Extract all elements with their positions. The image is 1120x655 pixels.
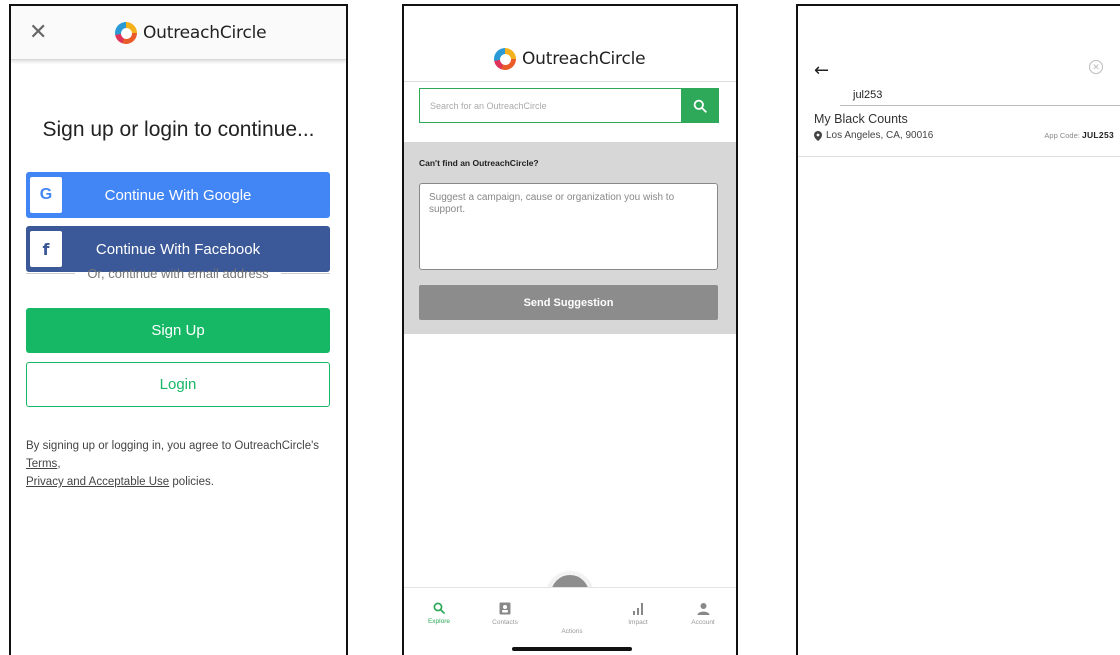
result-location: Los Angeles, CA, 90016 bbox=[814, 130, 933, 141]
tab-label: Contacts bbox=[492, 619, 518, 626]
search-icon bbox=[693, 99, 707, 113]
clear-search-icon[interactable]: ✕ bbox=[1089, 60, 1103, 74]
tab-impact[interactable]: Impact bbox=[613, 602, 663, 626]
suggestion-panel: Can't find an OutreachCircle? Send Sugge… bbox=[404, 142, 736, 334]
tab-label: Account bbox=[691, 619, 715, 626]
divider-line bbox=[26, 273, 76, 274]
bar-chart-icon bbox=[633, 603, 643, 615]
send-suggestion-button[interactable]: Send Suggestion bbox=[419, 285, 718, 320]
page-title: Sign up or login to continue... bbox=[42, 118, 315, 141]
tab-explore[interactable]: Explore bbox=[414, 602, 464, 625]
logo-mark-icon bbox=[115, 22, 137, 44]
brand-name: OutreachCircle bbox=[522, 49, 646, 69]
header: OutreachCircle bbox=[404, 6, 736, 82]
legal-comma: , bbox=[57, 458, 61, 470]
legal-text: By signing up or logging in, you agree t… bbox=[26, 437, 336, 491]
close-icon[interactable]: ✕ bbox=[29, 20, 47, 45]
facebook-icon: f bbox=[30, 231, 62, 267]
tab-label: Impact bbox=[628, 619, 648, 626]
tab-account[interactable]: Account bbox=[678, 602, 728, 626]
tab-label: Explore bbox=[427, 618, 451, 625]
person-icon bbox=[697, 603, 709, 615]
suggestion-textarea[interactable] bbox=[419, 183, 718, 270]
explore-screen: OutreachCircle Can't find an OutreachCir… bbox=[402, 4, 738, 655]
top-bar: ✕ OutreachCircle bbox=[11, 6, 346, 60]
search-input[interactable] bbox=[419, 88, 681, 123]
brand-name: OutreachCircle bbox=[143, 23, 267, 43]
back-arrow-icon[interactable]: ← bbox=[814, 60, 829, 81]
contacts-icon bbox=[499, 602, 511, 615]
terms-link[interactable]: Terms bbox=[26, 458, 57, 470]
divider-line bbox=[280, 273, 330, 274]
login-screen: ✕ OutreachCircle Sign up or login to con… bbox=[9, 4, 348, 655]
result-app-code: App Code: JUL253 bbox=[1044, 130, 1114, 140]
privacy-link[interactable]: Privacy and Acceptable Use bbox=[26, 476, 169, 488]
bottom-tab-bar: Explore Contacts Actions Impact Account bbox=[404, 587, 736, 655]
result-name: My Black Counts bbox=[814, 112, 908, 126]
or-divider: Or, continue with email address bbox=[26, 266, 330, 281]
google-icon: G bbox=[30, 177, 62, 213]
divider-text: Or, continue with email address bbox=[87, 266, 269, 281]
continue-with-google-button[interactable]: G Continue With Google bbox=[26, 172, 330, 218]
search-results-screen: ← jul253 ✕ My Black Counts Los Angeles, … bbox=[796, 4, 1120, 655]
google-button-label: Continue With Google bbox=[104, 186, 252, 204]
facebook-button-label: Continue With Facebook bbox=[95, 240, 261, 258]
tab-actions[interactable]: Actions bbox=[547, 628, 597, 635]
search-result-item[interactable]: My Black Counts Los Angeles, CA, 90016 A… bbox=[798, 105, 1120, 157]
search-bar bbox=[419, 88, 719, 123]
app-code-value: JUL253 bbox=[1081, 130, 1114, 140]
legal-suffix: policies. bbox=[169, 476, 214, 488]
tab-contacts[interactable]: Contacts bbox=[480, 602, 530, 626]
logo-mark-icon bbox=[494, 48, 516, 70]
suggestion-title: Can't find an OutreachCircle? bbox=[419, 158, 539, 168]
search-query-field[interactable]: jul253 bbox=[840, 89, 1120, 106]
search-icon bbox=[433, 602, 445, 614]
location-pin-icon bbox=[814, 130, 822, 141]
app-code-label: App Code: bbox=[1044, 131, 1080, 140]
result-location-text: Los Angeles, CA, 90016 bbox=[826, 130, 934, 141]
legal-prefix: By signing up or logging in, you agree t… bbox=[26, 440, 320, 452]
sign-up-button[interactable]: Sign Up bbox=[26, 308, 330, 353]
search-button[interactable] bbox=[681, 88, 719, 123]
tab-label: Actions bbox=[561, 628, 583, 635]
home-indicator bbox=[512, 647, 632, 651]
brand-logo: OutreachCircle bbox=[494, 48, 646, 70]
brand-logo: OutreachCircle bbox=[115, 22, 267, 44]
login-button[interactable]: Login bbox=[26, 362, 330, 407]
